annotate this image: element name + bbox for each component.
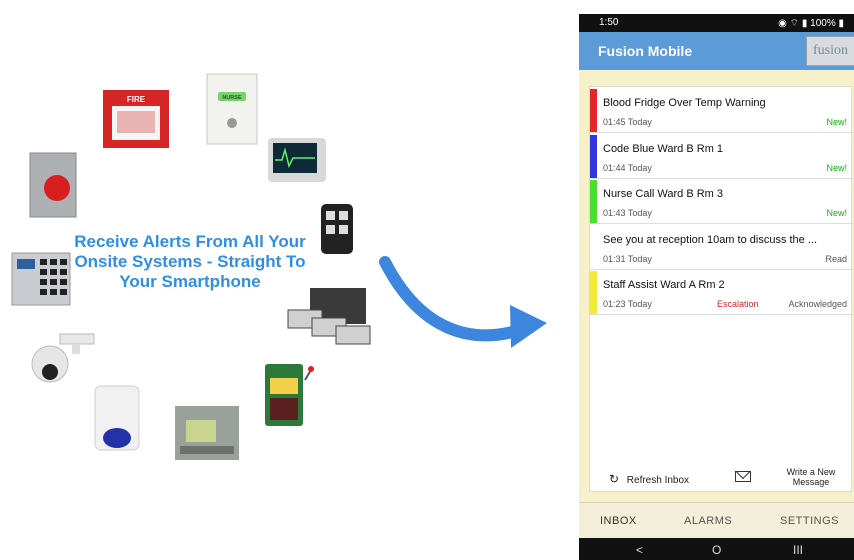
priority-bar [590, 226, 597, 269]
status-time: 1:50 [599, 17, 619, 28]
access-keypad-icon [11, 252, 71, 306]
android-nav-bar: < O III [579, 538, 854, 560]
message-subject: See you at reception 10am to discuss the… [603, 234, 818, 246]
message-time: 01:44 Today [603, 163, 652, 173]
controller-icon [175, 406, 239, 460]
tab-inbox[interactable]: INBOX [600, 515, 637, 527]
escalation-badge: Escalation [717, 299, 759, 309]
message-status: Acknowledged [788, 299, 847, 309]
nurse-label: NURSE [222, 95, 242, 101]
nurse-call-icon: NURSE [206, 73, 258, 145]
fire-label: FIRE [127, 95, 146, 104]
home-icon[interactable]: O [712, 543, 721, 557]
emergency-button-icon [29, 152, 77, 218]
arrow-icon [379, 256, 526, 342]
message-time: 01:31 Today [603, 254, 652, 264]
fire-alarm-icon: FIRE [103, 90, 169, 148]
message-subject: Staff Assist Ward A Rm 2 [603, 279, 725, 291]
inbox-actions: ↻ Refresh Inbox Write a New Message [589, 464, 852, 494]
patient-monitor-icon [268, 138, 326, 182]
headline-text: Receive Alerts From All Your Onsite Syst… [74, 232, 306, 291]
key-fob-icon [321, 204, 353, 254]
bottom-tabs: INBOX ALARMS SETTINGS [579, 502, 854, 539]
status-icons: ◉ ⌔ ▮ 100% ▮ [778, 18, 844, 29]
tab-alarms[interactable]: ALARMS [684, 515, 732, 527]
message-subject: Code Blue Ward B Rm 1 [603, 143, 724, 155]
message-row[interactable]: See you at reception 10am to discuss the… [590, 226, 853, 270]
priority-bar [590, 89, 597, 132]
refresh-inbox-button[interactable]: ↻ Refresh Inbox [607, 472, 689, 486]
status-bar: 1:50 ◉ ⌔ ▮ 100% ▮ [579, 14, 854, 32]
battery-level: 100% [810, 18, 836, 29]
message-status: Read [825, 254, 847, 264]
message-row[interactable]: Blood Fridge Over Temp Warning 01:45 Tod… [590, 89, 853, 133]
telephone-system-icon [287, 288, 371, 345]
message-row[interactable]: Code Blue Ward B Rm 1 01:44 Today New! [590, 135, 853, 179]
fusion-logo-button[interactable]: fusion [806, 36, 854, 66]
recents-icon[interactable]: III [793, 543, 803, 557]
app-title: Fusion Mobile [598, 43, 693, 59]
message-time: 01:43 Today [603, 208, 652, 218]
phone-screen: 1:50 ◉ ⌔ ▮ 100% ▮ Fusion Mobile fusion B… [579, 14, 854, 560]
priority-bar [590, 180, 597, 223]
message-status: New! [826, 163, 847, 173]
refresh-label: Refresh Inbox [626, 475, 690, 486]
cctv-camera-icon [31, 333, 95, 383]
priority-bar [590, 271, 597, 314]
write-message-button[interactable]: Write a New Message [779, 467, 843, 487]
message-time: 01:45 Today [603, 117, 652, 127]
slot-machine-icon [265, 364, 314, 426]
message-subject: Nurse Call Ward B Rm 3 [603, 188, 724, 200]
priority-bar [590, 135, 597, 178]
tab-settings[interactable]: SETTINGS [780, 515, 839, 527]
siren-icon [94, 385, 140, 451]
back-icon[interactable]: < [636, 543, 643, 557]
refresh-icon: ↻ [608, 472, 620, 486]
message-time: 01:23 Today [603, 299, 652, 309]
message-status: New! [826, 117, 847, 127]
message-row[interactable]: Nurse Call Ward B Rm 3 01:43 Today New! [590, 180, 853, 224]
app-bar: Fusion Mobile fusion [579, 32, 854, 70]
mail-icon[interactable] [735, 471, 751, 482]
message-status: New! [826, 208, 847, 218]
message-subject: Blood Fridge Over Temp Warning [603, 97, 766, 109]
message-row[interactable]: Staff Assist Ward A Rm 2 01:23 Today Esc… [590, 271, 853, 315]
message-list: Blood Fridge Over Temp Warning 01:45 Tod… [589, 86, 853, 492]
